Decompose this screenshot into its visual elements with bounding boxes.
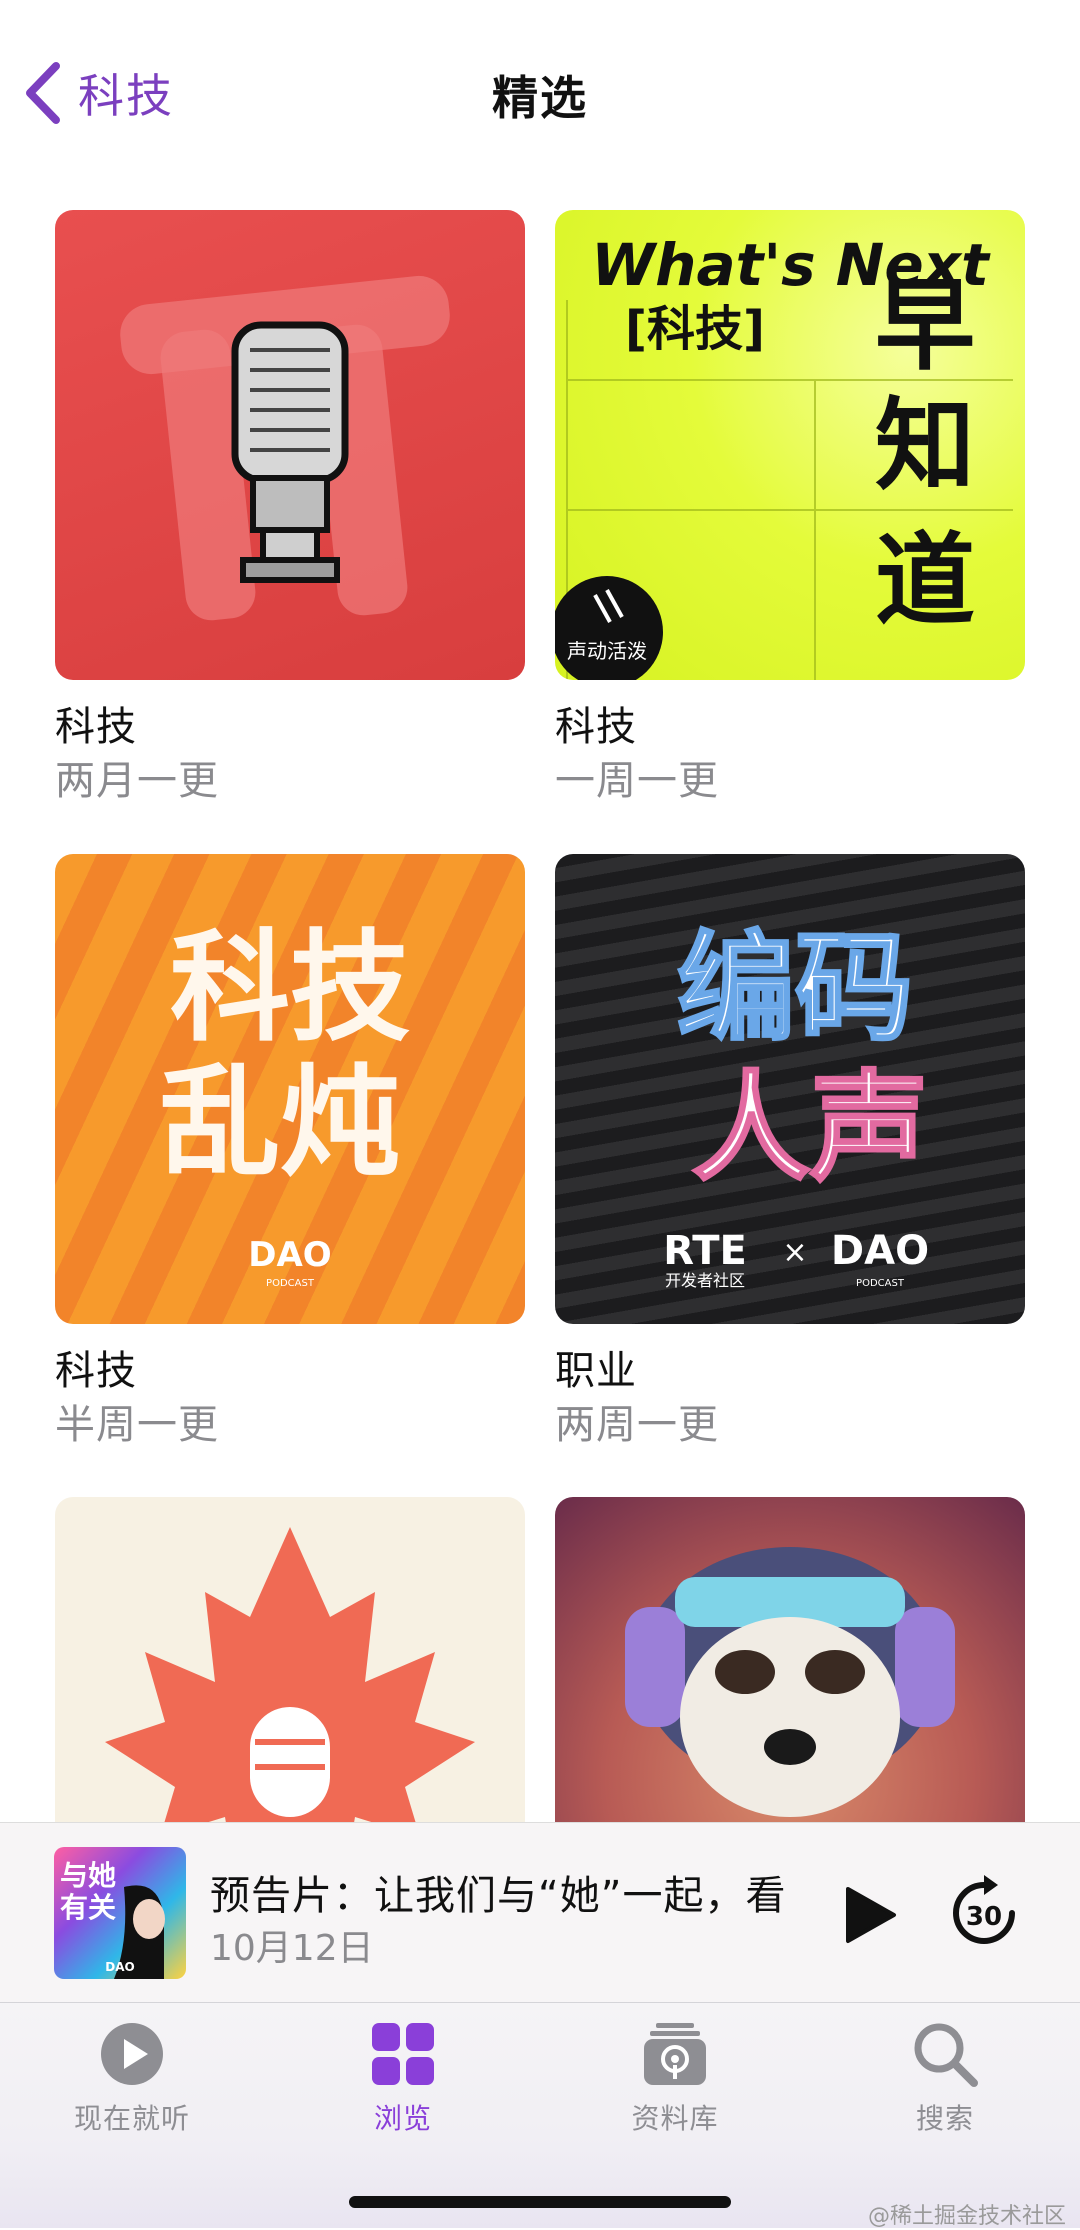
- tab-bar: 现在就听 浏览 资料库 搜索: [0, 2002, 1080, 2228]
- art-char-text: 道: [875, 522, 975, 639]
- podcast-artwork: [55, 1497, 525, 1822]
- artwork-graphic: 与她 有关 DAO: [60, 1859, 165, 1979]
- watermark: @稀土掘金技术社区: [867, 2204, 1066, 2229]
- art-logo-subtext: 开发者社区: [665, 1271, 745, 1290]
- art-char-text: 知: [875, 387, 975, 504]
- tab-library[interactable]: 资料库: [575, 2021, 775, 2161]
- podcast-frequency: 两月一更: [55, 758, 219, 804]
- podcast-category: 科技: [55, 704, 137, 750]
- art-title-text: 有关: [60, 1891, 116, 1924]
- podcast-artwork: [555, 1497, 1025, 1822]
- podcast-frequency: 两周一更: [555, 1402, 719, 1448]
- podcast-artwork: [55, 210, 525, 680]
- art-char-text: 早: [875, 267, 975, 384]
- play-icon: [846, 1887, 896, 1943]
- now-playing-artwork: 与她 有关 DAO: [54, 1847, 186, 1979]
- art-title-text: 人声: [692, 1059, 928, 1197]
- tab-label: 浏览: [373, 2102, 432, 2135]
- badge-text: 声动活泼: [567, 639, 647, 663]
- home-indicator[interactable]: [349, 2196, 731, 2208]
- art-logo-text: RTE: [663, 1228, 747, 1274]
- art-separator-text: ×: [782, 1235, 807, 1270]
- art-logo-text: DAO: [248, 1235, 331, 1275]
- art-title-text: 编码: [677, 919, 913, 1057]
- tab-label: 现在就听: [73, 2102, 190, 2135]
- podcast-frequency: 半周一更: [55, 1402, 219, 1448]
- podcast-category: 科技: [55, 1348, 137, 1394]
- podcast-artwork: 编码 人声 RTE 开发者社区 × DAO PODCAST: [555, 854, 1025, 1324]
- now-playing-date: 10月12日: [210, 1928, 374, 1969]
- podcast-artwork: 科技 乱炖 DAO PODCAST: [55, 854, 525, 1324]
- skip-forward-30-button[interactable]: 30: [948, 1875, 1020, 1951]
- art-logo-text: DAO: [105, 1960, 134, 1974]
- skip-seconds-label: 30: [966, 1902, 1002, 1932]
- art-title-text: 乱炖: [160, 1054, 400, 1193]
- play-circle-icon: [101, 2023, 163, 2085]
- tab-label: 搜索: [915, 2102, 974, 2135]
- art-title-text: 与她: [60, 1859, 116, 1892]
- maple-leaf-microphone-icon: [105, 1527, 475, 1822]
- tab-listen-now[interactable]: 现在就听: [32, 2021, 232, 2161]
- podcast-artwork: What's Next [科技] 早 知 道 声动活泼: [555, 210, 1025, 680]
- art-subtitle-text: [科技]: [625, 301, 765, 357]
- artwork-graphic: 编码 人声 RTE 开发者社区 × DAO PODCAST: [663, 918, 929, 1291]
- search-icon: [914, 2023, 978, 2087]
- art-logo-subtext: PODCAST: [266, 1278, 315, 1289]
- artwork-graphic: What's Next [科技] 早 知 道 声动活泼: [555, 231, 1013, 680]
- art-logo-subtext: PODCAST: [856, 1278, 905, 1289]
- tab-search[interactable]: 搜索: [845, 2021, 1045, 2161]
- library-icon: [644, 2023, 706, 2085]
- navigation-bar: 科技 精选: [0, 0, 1080, 190]
- art-logo-text: DAO: [831, 1228, 929, 1274]
- podcast-card[interactable]: [55, 1497, 525, 1822]
- page-title: 精选: [492, 71, 588, 125]
- podcast-frequency: 一周一更: [555, 758, 719, 804]
- podcast-category: 职业: [555, 1348, 637, 1394]
- artwork-graphic: 科技 乱炖 DAO PODCAST: [160, 919, 410, 1289]
- dog-headphones-artwork-icon: [625, 1547, 955, 1817]
- microphone-artwork-icon: [120, 275, 450, 621]
- mini-player[interactable]: 与她 有关 DAO 预告片：让我们与“她”一起，看 10月12日 30: [0, 1822, 1080, 2003]
- tab-label: 资料库: [631, 2102, 719, 2135]
- art-title-text: 科技: [170, 919, 410, 1058]
- podcast-card[interactable]: [555, 1497, 1025, 1822]
- now-playing-title: 预告片：让我们与“她”一起，看: [210, 1873, 787, 1919]
- podcast-category: 科技: [555, 704, 637, 750]
- tab-browse[interactable]: 浏览: [303, 2021, 503, 2161]
- play-button[interactable]: [838, 1885, 898, 1945]
- grid-icon: [372, 2023, 434, 2085]
